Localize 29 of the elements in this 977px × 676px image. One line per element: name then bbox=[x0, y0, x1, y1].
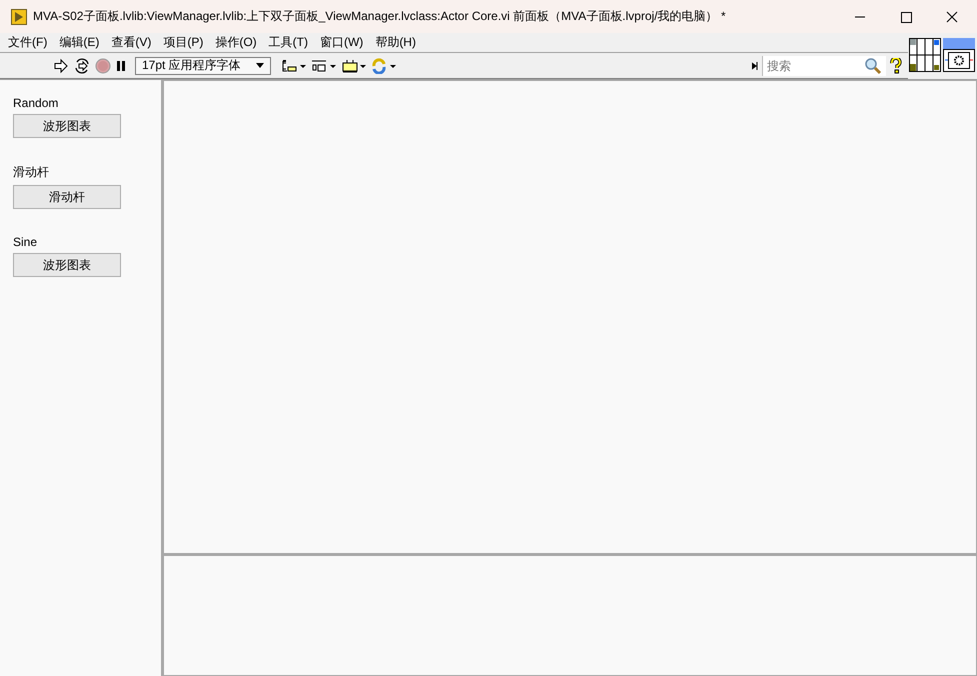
reorder-icon[interactable] bbox=[371, 58, 397, 74]
menu-item[interactable]: 工具(T) bbox=[262, 34, 314, 51]
menu-item[interactable]: 文件(F) bbox=[2, 34, 54, 51]
menu-item[interactable]: 窗口(W) bbox=[314, 34, 370, 51]
search-field[interactable]: 搜索 bbox=[762, 56, 886, 76]
font-dropdown[interactable]: 17pt 应用程序字体 bbox=[135, 56, 271, 74]
caret-icon[interactable] bbox=[256, 63, 264, 68]
menu-item[interactable]: 项目(P) bbox=[157, 34, 210, 51]
control-label: Random bbox=[13, 96, 60, 110]
app-icon bbox=[11, 8, 27, 24]
window-title: MVA-S02子面板.lvlib:ViewManager.lvlib:上下双子面板_ViewManager.lvclass:Actor Core.vi 前面板（MVA子面板.lvproj/我的电脑） * bbox=[33, 8, 727, 25]
help-icon[interactable] bbox=[890, 58, 902, 74]
menu-item[interactable]: 编辑(E) bbox=[53, 34, 106, 51]
panel-button[interactable]: 波形图表 bbox=[13, 253, 121, 277]
connector-pane-drawing[interactable] bbox=[909, 38, 941, 72]
menu-item[interactable]: 查看(V) bbox=[105, 34, 158, 51]
menu-item[interactable]: 操作(O) bbox=[209, 34, 263, 51]
menu-item[interactable]: 帮助(H) bbox=[369, 34, 422, 51]
control-label: Sine bbox=[13, 235, 38, 249]
run-continuously-icon[interactable] bbox=[73, 58, 91, 74]
run-arrow-icon[interactable] bbox=[53, 58, 69, 74]
control-label: 滑动杆 bbox=[13, 164, 50, 181]
panel-button[interactable]: 滑动杆 bbox=[13, 185, 121, 209]
align-icon[interactable] bbox=[281, 58, 307, 74]
resize-icon[interactable] bbox=[341, 58, 367, 74]
distribute-icon[interactable] bbox=[311, 58, 337, 74]
vi-icon[interactable] bbox=[943, 38, 975, 72]
panel-button[interactable]: 波形图表 bbox=[13, 114, 121, 138]
search-options-icon[interactable] bbox=[752, 62, 758, 70]
